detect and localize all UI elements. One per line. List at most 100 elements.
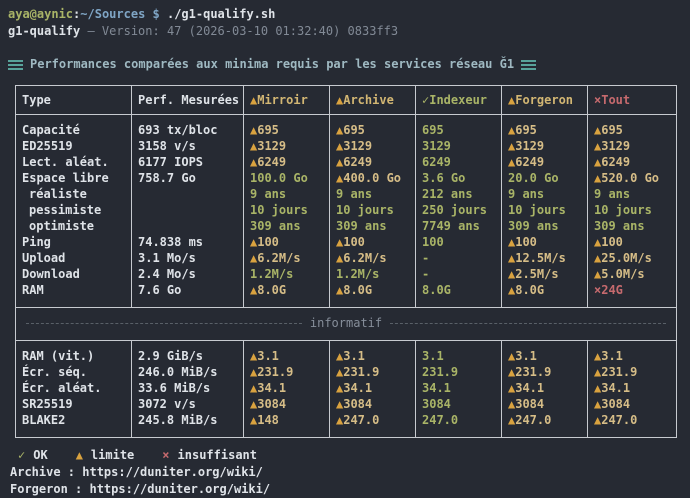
- value-cell: 3.6 Go: [416, 170, 502, 186]
- cell-value: 8.0G: [422, 283, 451, 297]
- table-row: RAM (vit.)2.9 GiB/s▲3.1▲3.13.1▲3.1▲3.1: [16, 341, 677, 365]
- value-cell: ▲247.0: [588, 412, 677, 438]
- cell-value: 6.2M/s: [343, 251, 386, 265]
- table-row: pessimiste10 jours10 jours250 jours10 jo…: [16, 202, 677, 218]
- value-cell: ▲247.0: [330, 412, 416, 438]
- measured-cell: 7.6 Go: [132, 282, 244, 308]
- measured-cell: 6177 IOPS: [132, 154, 244, 170]
- value-cell: 309 ans: [330, 218, 416, 234]
- forgeron-link-line: Forgeron : https://duniter.org/wiki/: [10, 481, 682, 498]
- value-cell: 10 jours: [330, 202, 416, 218]
- archive-link-label: Archive :: [10, 465, 82, 479]
- cell-value: 8.0G: [515, 283, 544, 297]
- measured-cell: 2.4 Mo/s: [132, 266, 244, 282]
- legend-label: OK: [33, 447, 47, 464]
- cell-value: 3129: [257, 139, 286, 153]
- type-cell: pessimiste: [16, 202, 132, 218]
- table-row: optimiste309 ans309 ans7749 ans309 ans30…: [16, 218, 677, 234]
- column-header: ▲Forgeron: [502, 86, 588, 115]
- archive-url[interactable]: https://duniter.org/wiki/: [82, 465, 263, 479]
- type-cell: Écr. séq.: [16, 364, 132, 380]
- cell-value: 3129: [422, 139, 451, 153]
- check-icon: ✓: [18, 447, 25, 464]
- cell-value: 6249: [422, 155, 451, 169]
- terminal-window[interactable]: aya@aynic:~/Sources $ ./g1-qualify.sh g1…: [0, 0, 690, 498]
- cell-value: 309 ans: [250, 219, 301, 233]
- cell-value: 9 ans: [336, 187, 372, 201]
- type-cell: Upload: [16, 250, 132, 266]
- perf-table: TypePerf. Mesurées▲Mirroir▲Archive✓Index…: [15, 85, 677, 438]
- value-cell: 6249: [416, 154, 502, 170]
- table-row: Capacité693 tx/bloc▲695▲695695▲695▲695: [16, 115, 677, 139]
- cell-value: 695: [601, 123, 623, 137]
- legend-limite: ▲limite: [76, 447, 135, 464]
- value-cell: ×24G: [588, 282, 677, 308]
- value-cell: ▲695: [330, 115, 416, 139]
- prompt-path: ~/Sources: [80, 7, 145, 21]
- cell-value: 3.1: [257, 349, 279, 363]
- cell-value: 34.1: [515, 381, 544, 395]
- cell-value: 10 jours: [336, 203, 394, 217]
- value-cell: ▲247.0: [502, 412, 588, 438]
- cell-value: 3129: [515, 139, 544, 153]
- value-cell: 231.9: [416, 364, 502, 380]
- cell-value: 24G: [601, 283, 623, 297]
- cell-value: 12.5M/s: [515, 251, 566, 265]
- cell-value: 148: [257, 413, 279, 427]
- separator-line: informatif: [26, 315, 666, 331]
- table-row: SR255193072 v/s▲3084▲30843084▲3084▲3084: [16, 396, 677, 412]
- cell-value: 3129: [601, 139, 630, 153]
- table-row: réaliste9 ans9 ans212 ans9 ans9 ans: [16, 186, 677, 202]
- forgeron-url[interactable]: https://duniter.org/wiki/: [89, 482, 270, 496]
- type-cell: RAM (vit.): [16, 341, 132, 365]
- cell-value: 3.6 Go: [422, 171, 465, 185]
- version-info: — Version: 47 (2026-03-10 01:32:40) 0833…: [80, 24, 398, 38]
- table-row: Espace libre758.7 Go100.0 Go▲400.0 Go3.6…: [16, 170, 677, 186]
- cell-value: 3.1: [343, 349, 365, 363]
- cell-value: 3084: [422, 397, 451, 411]
- value-cell: ▲231.9: [244, 364, 330, 380]
- cell-value: 6249: [515, 155, 544, 169]
- section-heading: Performances comparées aux minima requis…: [8, 56, 682, 73]
- value-cell: 8.0G: [416, 282, 502, 308]
- value-cell: ▲6249: [502, 154, 588, 170]
- separator-dash: [26, 323, 302, 324]
- menu-bars-icon: [8, 59, 23, 70]
- value-cell: ▲6.2M/s: [244, 250, 330, 266]
- separator-dash: [390, 323, 666, 324]
- type-cell: Ping: [16, 234, 132, 250]
- value-cell: ▲3.1: [244, 341, 330, 365]
- cell-value: 100.0 Go: [250, 171, 308, 185]
- value-cell: ▲34.1: [588, 380, 677, 396]
- cell-value: 10 jours: [250, 203, 308, 217]
- measured-cell: [132, 202, 244, 218]
- cell-value: 231.9: [257, 365, 293, 379]
- value-cell: ▲2.5M/s: [502, 266, 588, 282]
- menu-bars-icon: [521, 59, 536, 70]
- cell-value: 247.0: [422, 413, 458, 427]
- value-cell: ▲3129: [502, 138, 588, 154]
- measured-cell: 33.6 MiB/s: [132, 380, 244, 396]
- value-cell: ▲34.1: [502, 380, 588, 396]
- value-cell: ▲3084: [244, 396, 330, 412]
- cell-value: 3084: [515, 397, 544, 411]
- archive-link-line: Archive : https://duniter.org/wiki/: [10, 464, 682, 481]
- value-cell: 695: [416, 115, 502, 139]
- cell-value: 3.1: [515, 349, 537, 363]
- cell-value: 247.0: [515, 413, 551, 427]
- column-header: ▲Archive: [330, 86, 416, 115]
- value-cell: ▲3.1: [330, 341, 416, 365]
- value-cell: 3129: [416, 138, 502, 154]
- cell-value: 6.2M/s: [257, 251, 300, 265]
- value-cell: ▲8.0G: [502, 282, 588, 308]
- type-cell: BLAKE2: [16, 412, 132, 438]
- column-label: Forgeron: [515, 93, 573, 107]
- cell-value: 250 jours: [422, 203, 487, 217]
- legend-label: insuffisant: [178, 447, 257, 464]
- cell-value: 3.1: [422, 349, 444, 363]
- value-cell: ▲100: [502, 234, 588, 250]
- cell-value: 231.9: [515, 365, 551, 379]
- measured-cell: [132, 218, 244, 234]
- value-cell: ▲3129: [244, 138, 330, 154]
- cell-value: 6249: [601, 155, 630, 169]
